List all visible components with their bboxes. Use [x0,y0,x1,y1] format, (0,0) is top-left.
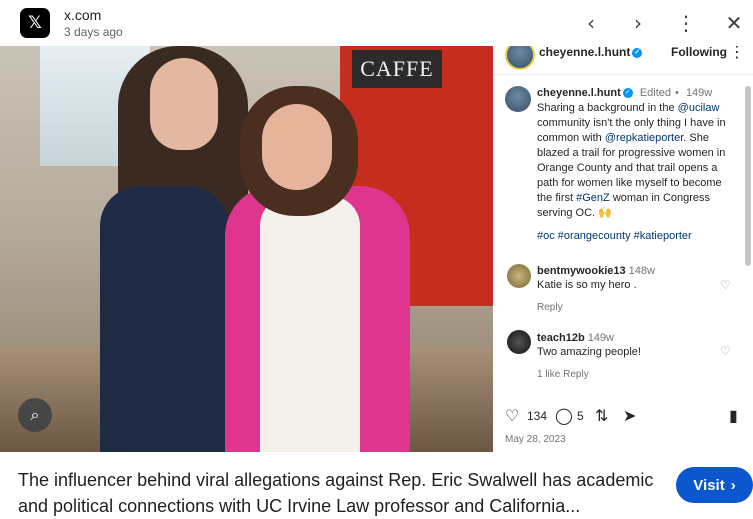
avatar[interactable] [507,264,531,288]
person-right-blouse [260,196,360,452]
chevron-right-icon[interactable]: › [625,10,651,36]
person-left-dress [100,186,228,452]
post-date: May 28, 2023 [505,434,566,445]
comment-text: Two amazing people! [537,346,641,358]
comment: bentmywookie13 148w Katie is so my hero .… [537,264,727,315]
instagram-panel: cheyenne.l.hunt ✓ Following ⋮ cheyenne.l.… [493,46,753,452]
comment-count: 5 [577,409,584,423]
hashtag-link[interactable]: #GenZ [576,192,610,204]
hashtags[interactable]: #oc #orangecounty #katieporter [537,230,737,242]
mention-link[interactable]: @repkatieporter [605,132,683,144]
more-horiz-icon[interactable]: ⋮ [729,46,745,61]
x-logo-icon: 𝕏 [20,8,50,38]
like-count: 134 [527,409,548,423]
comment-age: 148w [628,265,655,277]
chevron-right-icon: › [730,476,736,494]
verified-icon: ✓ [622,88,633,99]
following-button[interactable]: Following [671,46,727,59]
caption-age: 149w [685,87,713,99]
heart-icon[interactable]: ♡ [505,406,519,425]
close-icon[interactable]: ✕ [721,10,747,36]
avatar[interactable] [507,330,531,354]
comment-icon[interactable]: ◯ [555,406,573,425]
comment-username[interactable]: bentmywookie13 [537,265,626,277]
post-caption: cheyenne.l.hunt ✓ Edited • 149w Sharing a … [537,87,726,219]
heart-icon[interactable]: ♡ [720,344,731,358]
heart-icon[interactable]: ♡ [720,278,731,292]
action-bar: ♡ 134 ◯ 5 ⇅ ➤ ▮ [493,406,753,430]
share-icon[interactable]: ➤ [623,406,636,425]
post-username[interactable]: cheyenne.l.hunt ✓ [539,46,643,59]
headline-link[interactable]: The influencer behind viral allegations … [18,467,658,519]
post-header: cheyenne.l.hunt ✓ Following ⋮ [493,46,753,75]
person-right-face [262,104,332,190]
comment: teach12b 149w Two amazing people! 1 like … [537,331,727,382]
like-reply-link[interactable]: 1 like Reply [537,368,727,382]
edited-label: Edited [639,87,672,99]
site-name: x.com [64,7,102,23]
visit-button[interactable]: Visit › [676,467,753,503]
avatar[interactable] [505,46,535,70]
more-vert-icon[interactable]: ⋮ [673,10,699,36]
photo: CAFFE ⌕ [0,46,493,452]
preview-image: CAFFE ⌕ cheyenne.l.hunt ✓ Following ⋮ che… [0,46,753,452]
bookmark-icon[interactable]: ▮ [729,406,738,425]
time-ago: 3 days ago [64,25,123,39]
lens-search-icon[interactable]: ⌕ [18,398,52,432]
comment-age: 149w [587,332,614,344]
mention-link[interactable]: @ucilaw [678,102,720,114]
repost-icon[interactable]: ⇅ [595,406,608,425]
top-bar: 𝕏 x.com 3 days ago ‹ › ⋮ ✕ [0,0,753,46]
visit-label: Visit [693,476,725,494]
comment-username[interactable]: teach12b [537,332,585,344]
reply-link[interactable]: Reply [537,301,727,315]
person-left-face [150,58,218,150]
caption-username[interactable]: cheyenne.l.hunt [537,87,621,99]
comment-text: Katie is so my hero . [537,279,637,291]
result-caption: The influencer behind viral allegations … [0,452,753,518]
verified-icon: ✓ [632,47,643,58]
cafe-sign: CAFFE [352,50,442,88]
scrollbar[interactable] [745,86,751,266]
avatar[interactable] [505,86,531,112]
chevron-left-icon[interactable]: ‹ [578,10,604,36]
caption-text: Sharing a background in the [537,102,678,114]
